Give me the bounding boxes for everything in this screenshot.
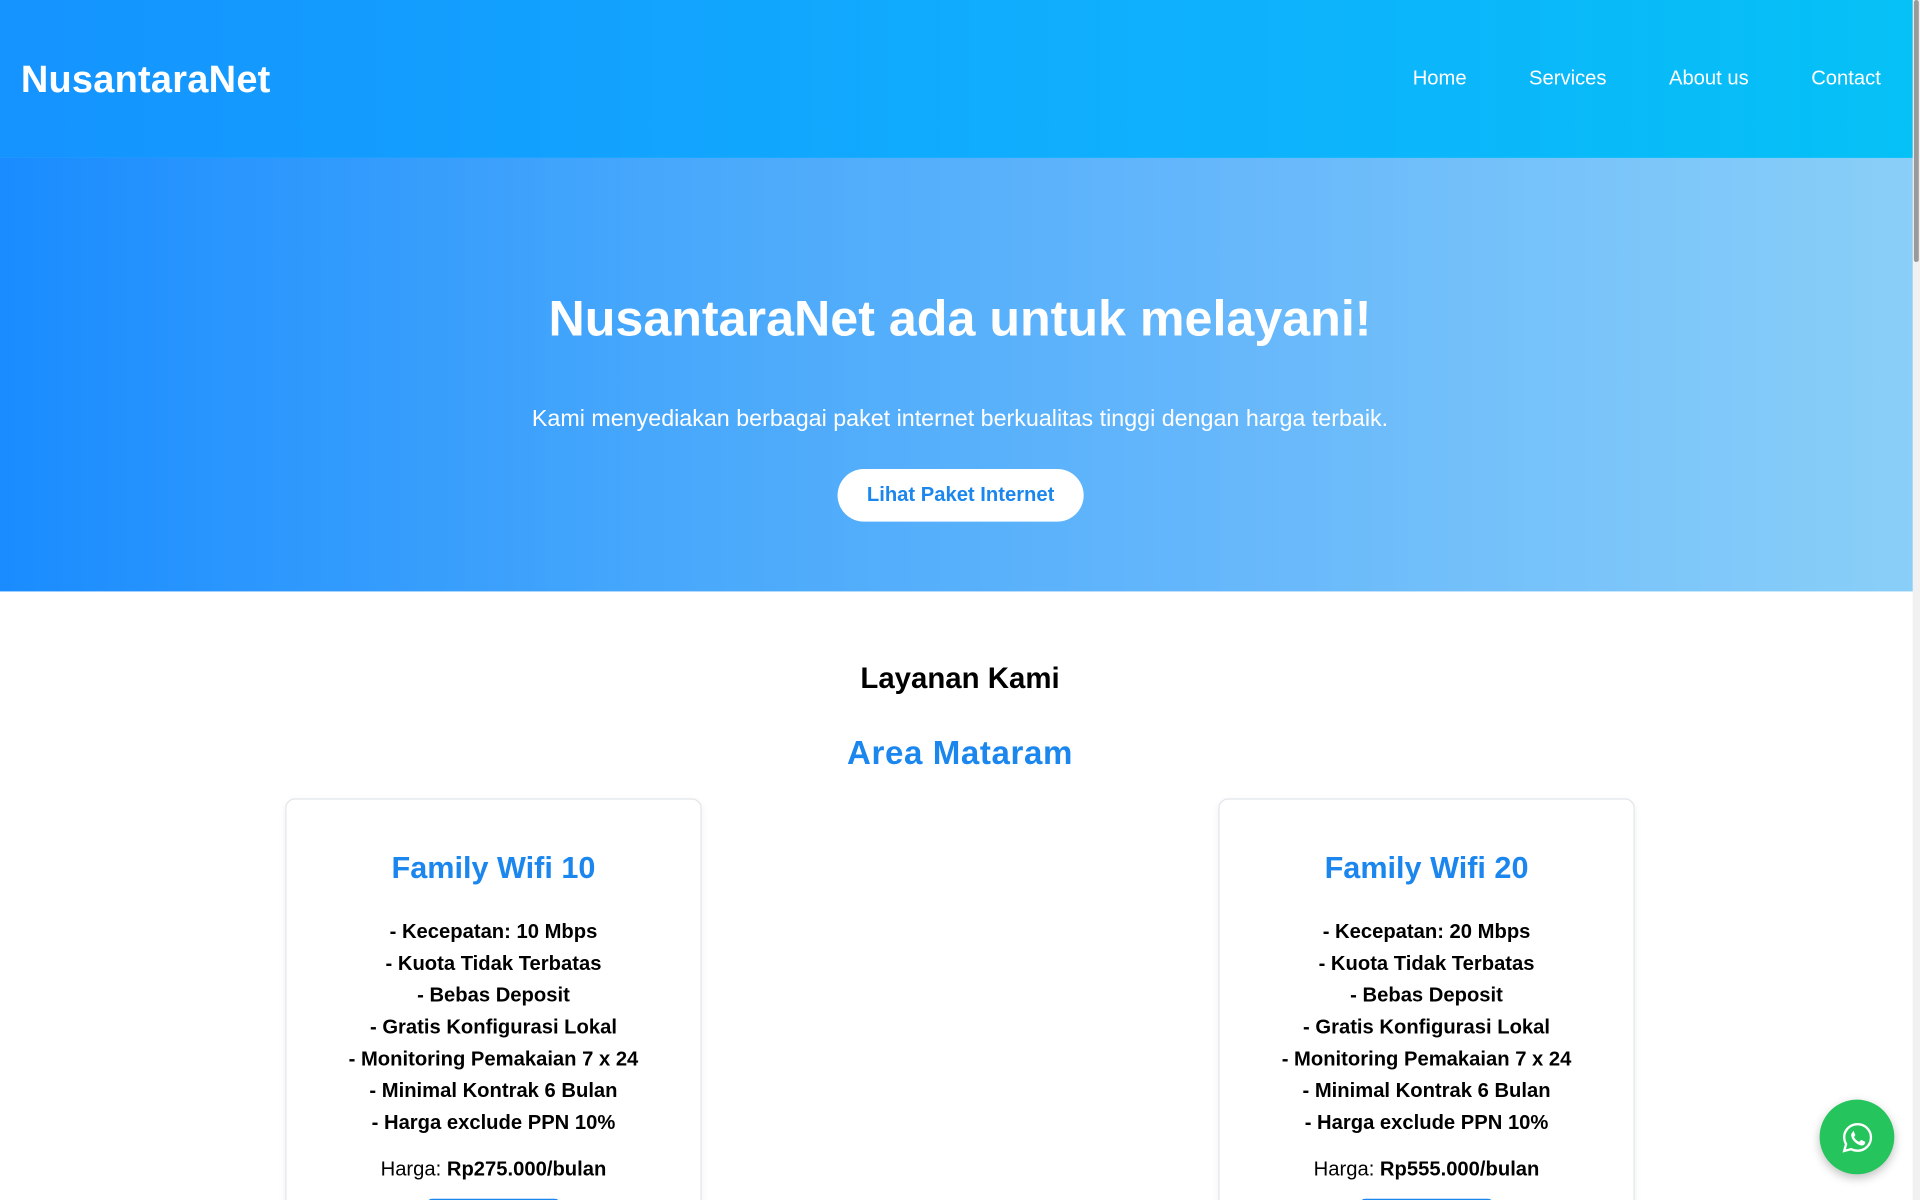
- feature-list: - Kecepatan: 10 Mbps - Kuota Tidak Terba…: [287, 916, 701, 1139]
- page: NusantaraNet Home Services About us Cont…: [0, 0, 1920, 1200]
- scrollbar-thumb[interactable]: [1913, 0, 1919, 263]
- brand-logo-text[interactable]: NusantaraNet: [21, 57, 271, 101]
- feature-item: - Gratis Konfigurasi Lokal: [1303, 1016, 1551, 1039]
- package-card: Family Wifi 20 - Kecepatan: 20 Mbps - Ku…: [1218, 798, 1635, 1200]
- price-value: Rp555.000/bulan: [1379, 1158, 1540, 1181]
- nav-link-about-us[interactable]: About us: [1669, 67, 1749, 90]
- package-price: Harga: Rp555.000/bulan: [1220, 1158, 1634, 1181]
- feature-item: - Monitoring Pemakaian 7 x 24: [348, 1048, 639, 1071]
- feature-item: - Bebas Deposit: [1350, 984, 1503, 1007]
- feature-item: - Bebas Deposit: [417, 984, 570, 1007]
- feature-list: - Kecepatan: 20 Mbps - Kuota Tidak Terba…: [1220, 916, 1634, 1139]
- price-value: Rp275.000/bulan: [446, 1158, 607, 1181]
- feature-item: - Kecepatan: 10 Mbps: [389, 920, 598, 943]
- navbar: NusantaraNet Home Services About us Cont…: [0, 0, 1920, 158]
- viewport: NusantaraNet Home Services About us Cont…: [0, 0, 1920, 1200]
- feature-item: - Minimal Kontrak 6 Bulan: [369, 1080, 618, 1103]
- services-heading: Layanan Kami: [860, 662, 1060, 696]
- price-label: Harga:: [1313, 1158, 1380, 1181]
- feature-item: - Harga exclude PPN 10%: [371, 1111, 616, 1134]
- nav-link-services[interactable]: Services: [1529, 67, 1606, 90]
- price-label: Harga:: [380, 1158, 447, 1181]
- feature-item: - Kuota Tidak Terbatas: [385, 952, 602, 975]
- hero-title: NusantaraNet ada untuk melayani!: [548, 290, 1372, 347]
- feature-item: - Minimal Kontrak 6 Bulan: [1302, 1080, 1551, 1103]
- whatsapp-chat-button[interactable]: [1819, 1099, 1895, 1175]
- hero-section: NusantaraNet ada untuk melayani! Kami me…: [0, 157, 1920, 592]
- view-packages-button[interactable]: Lihat Paket Internet: [837, 468, 1084, 522]
- whatsapp-icon: [1841, 1122, 1872, 1153]
- area-heading: Area Mataram: [846, 734, 1074, 772]
- feature-item: - Kecepatan: 20 Mbps: [1322, 920, 1531, 943]
- package-title: Family Wifi 20: [1324, 851, 1529, 886]
- package-title: Family Wifi 10: [391, 851, 596, 886]
- package-price: Harga: Rp275.000/bulan: [287, 1158, 701, 1181]
- feature-item: - Gratis Konfigurasi Lokal: [369, 1016, 617, 1039]
- nav-link-contact[interactable]: Contact: [1811, 67, 1881, 90]
- nav-link-home[interactable]: Home: [1413, 67, 1467, 90]
- hero-subtitle: Kami menyediakan berbagai paket internet…: [531, 406, 1389, 433]
- nav-links: Home Services About us Contact: [1413, 67, 1881, 90]
- feature-item: - Kuota Tidak Terbatas: [1318, 952, 1535, 975]
- feature-item: - Monitoring Pemakaian 7 x 24: [1281, 1048, 1572, 1071]
- package-card: Family Wifi 10 - Kecepatan: 10 Mbps - Ku…: [285, 798, 702, 1200]
- feature-item: - Harga exclude PPN 10%: [1304, 1111, 1549, 1134]
